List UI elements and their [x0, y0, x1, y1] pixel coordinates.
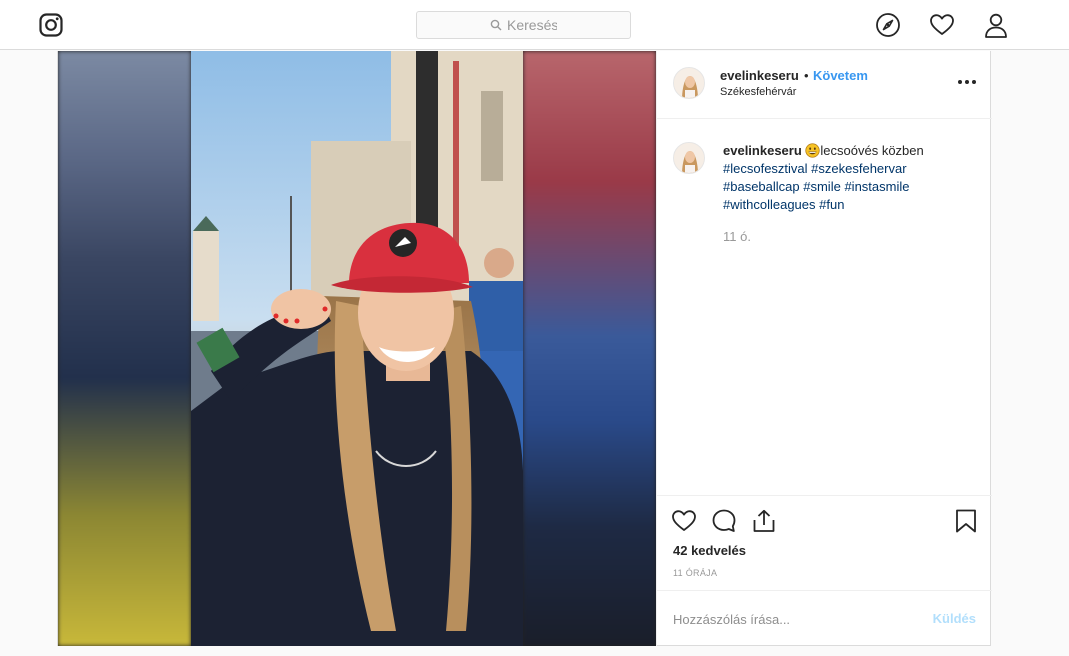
- likes-count[interactable]: 42 kedvelés: [673, 543, 746, 558]
- hashtag-link[interactable]: #smile: [803, 179, 841, 194]
- search-box[interactable]: [416, 11, 631, 39]
- post-photo[interactable]: [191, 51, 523, 646]
- post-media[interactable]: [58, 51, 656, 646]
- profile-icon[interactable]: [983, 12, 1009, 38]
- instagram-logo-icon[interactable]: [39, 13, 63, 37]
- post-author-username[interactable]: evelinkeseru: [720, 68, 799, 83]
- hashtag-link[interactable]: #lecsofesztival: [723, 161, 808, 176]
- share-icon[interactable]: [751, 508, 777, 534]
- post-timestamp[interactable]: 11 ÓRÁJA: [673, 568, 717, 578]
- blurred-backdrop-right: [523, 51, 656, 646]
- caption-text: lecsoóvés közben: [820, 143, 924, 158]
- hashtag-link[interactable]: #fun: [819, 197, 844, 212]
- post-caption: evelinkeseru lecsoóvés közben #lecsofesz…: [723, 142, 978, 214]
- comment-input[interactable]: [673, 609, 913, 629]
- add-comment-form: Küldés: [657, 590, 992, 647]
- hashtag-link[interactable]: #szekesfehervar: [811, 161, 906, 176]
- post-actions-section: 42 kedvelés 11 ÓRÁJA Küldés: [657, 495, 992, 646]
- comment-bubble-icon[interactable]: [711, 508, 737, 534]
- hashtag-link[interactable]: #withcolleagues: [723, 197, 816, 212]
- post-location[interactable]: Székesfehérvár: [720, 86, 796, 98]
- grinning-face-emoji-icon: [805, 143, 821, 158]
- hashtag-link[interactable]: #baseballcap: [723, 179, 800, 194]
- follow-button[interactable]: Követem: [813, 68, 868, 83]
- bookmark-icon[interactable]: [953, 508, 979, 534]
- compass-icon[interactable]: [875, 12, 901, 38]
- caption-timestamp[interactable]: 11 ó.: [723, 229, 751, 244]
- avatar[interactable]: [673, 67, 705, 99]
- hashtag-link[interactable]: #instasmile: [844, 179, 909, 194]
- send-comment-button[interactable]: Küldés: [933, 611, 976, 626]
- post-header: evelinkeseru • Követem Székesfehérvár: [657, 51, 992, 119]
- nav-icon-group: [875, 12, 1009, 38]
- post-card: evelinkeseru • Követem Székesfehérvár ev…: [57, 51, 992, 646]
- like-heart-icon[interactable]: [671, 508, 697, 534]
- separator-dot: •: [804, 68, 809, 83]
- avatar-image: [674, 143, 704, 173]
- search-icon: [490, 19, 502, 31]
- more-options-icon[interactable]: [958, 73, 976, 91]
- caption-username[interactable]: evelinkeseru: [723, 143, 802, 158]
- caption-avatar[interactable]: [673, 142, 705, 174]
- comments-section: evelinkeseru lecsoóvés közben #lecsofesz…: [657, 120, 992, 495]
- blurred-backdrop-left: [58, 51, 191, 646]
- post-details-panel: evelinkeseru • Követem Székesfehérvár ev…: [656, 51, 992, 646]
- heart-icon[interactable]: [929, 12, 955, 38]
- top-navigation: [0, 0, 1069, 50]
- search-input[interactable]: [507, 17, 557, 33]
- avatar-image: [674, 68, 704, 98]
